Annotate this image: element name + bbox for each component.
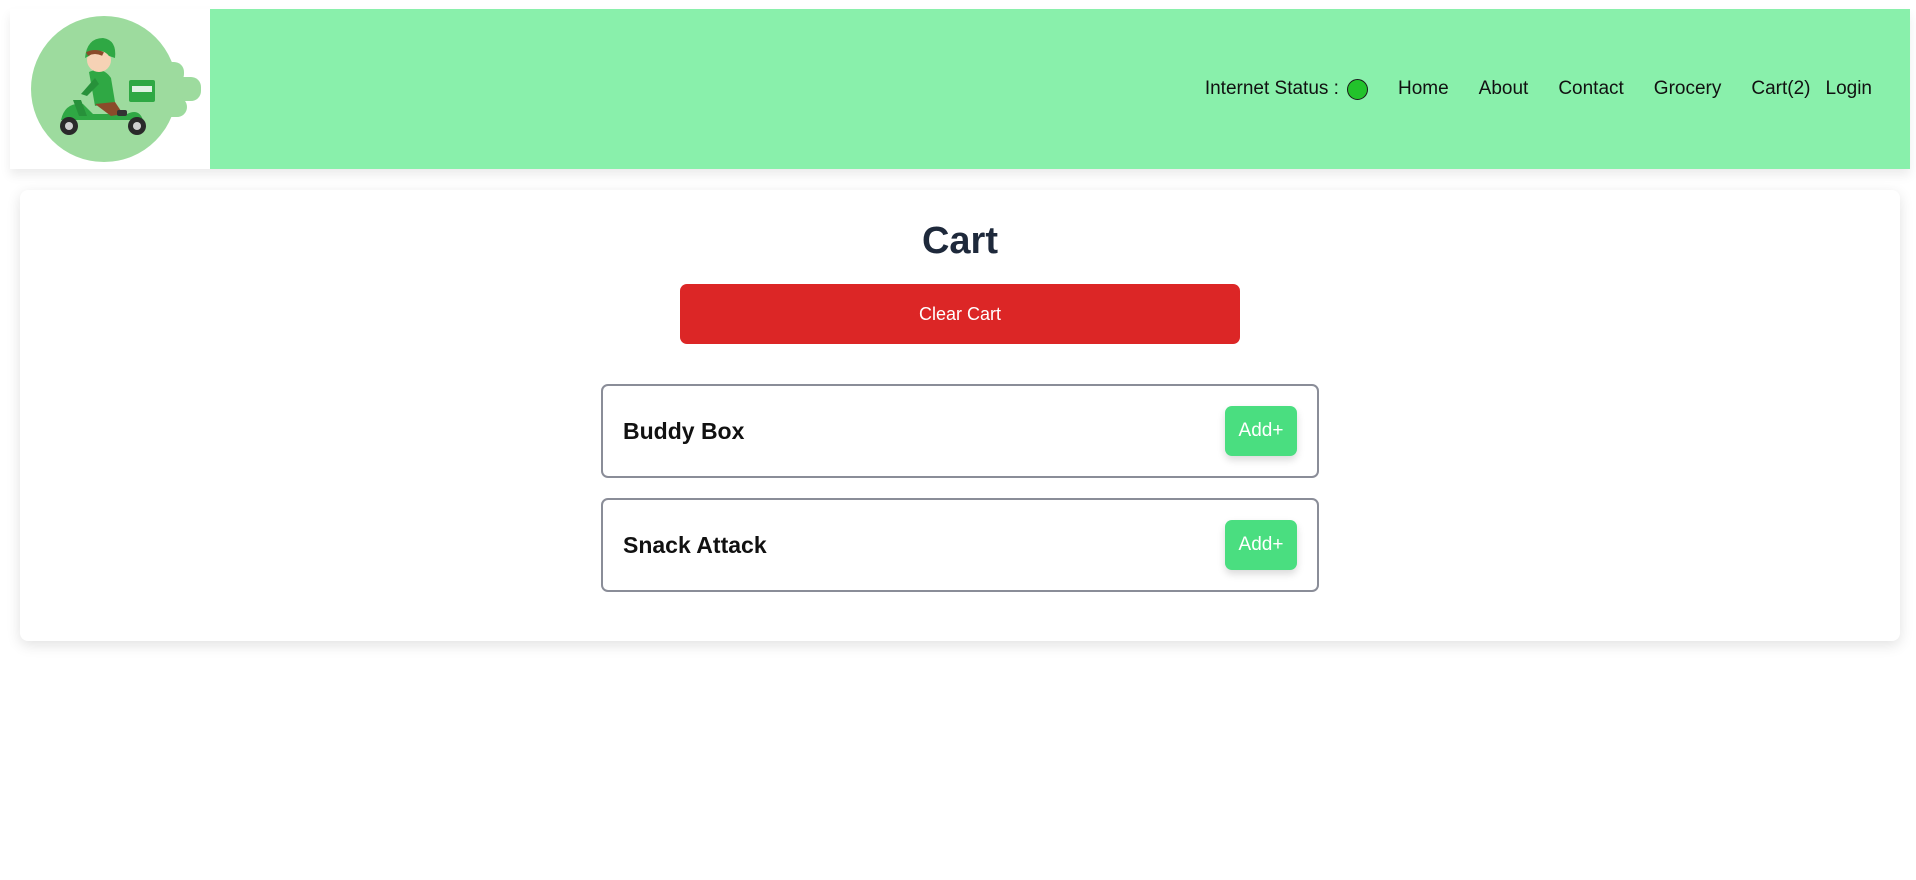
cart-panel: Cart Clear Cart Buddy Box Add+ Snack Att… [20,190,1900,641]
online-indicator-icon [1346,78,1368,100]
nav-link-cart[interactable]: Cart(2) [1751,78,1810,100]
add-item-button[interactable]: Add+ [1225,406,1297,456]
logo-container[interactable] [10,9,210,169]
cart-item-name: Snack Attack [623,531,767,558]
page-title: Cart [921,220,999,262]
login-button[interactable]: Login [1826,78,1873,100]
nav-bar: Internet Status : Home About Contact Gro… [210,9,1910,169]
nav-link-grocery[interactable]: Grocery [1654,78,1722,100]
cart-item-name: Buddy Box [623,417,745,444]
delivery-scooter-logo [31,16,177,162]
site-header: Internet Status : Home About Contact Gro… [10,9,1910,169]
internet-status: Internet Status : [1205,78,1368,100]
clear-cart-button[interactable]: Clear Cart [680,284,1240,344]
internet-status-label: Internet Status : [1204,78,1339,99]
nav-link-home[interactable]: Home [1398,78,1449,100]
nav-list: Internet Status : Home About Contact Gro… [1205,78,1872,100]
nav-link-contact[interactable]: Contact [1558,78,1623,100]
scooter-rider-icon [60,38,155,135]
add-item-button[interactable]: Add+ [1225,520,1297,570]
nav-link-about[interactable]: About [1479,78,1529,100]
cart-item: Snack Attack Add+ [601,498,1319,592]
cart-item: Buddy Box Add+ [601,384,1319,478]
